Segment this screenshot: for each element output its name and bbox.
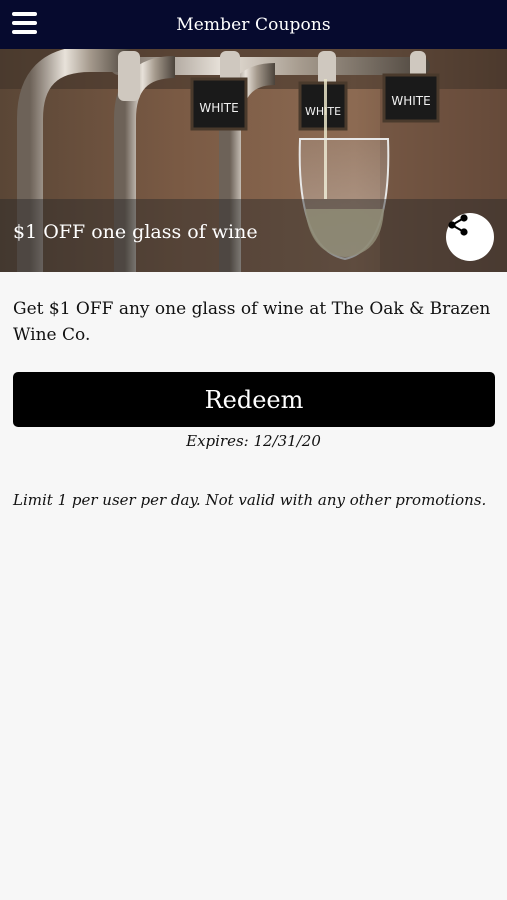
expiration-date: Expires: 12/31/20 [186, 432, 321, 450]
tap-label-2: WHITE [298, 81, 348, 131]
svg-text:WHITE: WHITE [199, 101, 238, 115]
redeem-button[interactable]: Redeem [13, 372, 495, 427]
tap-label-3: WHITE [382, 73, 440, 123]
app-header: Member Coupons [0, 0, 507, 49]
share-icon [448, 214, 468, 236]
coupon-hero-image: WHITE WHITE WHITE $1 OFF one glass of wi… [0, 49, 507, 272]
page-title: Member Coupons [176, 14, 331, 35]
hamburger-menu-icon[interactable] [12, 12, 37, 34]
svg-text:WHITE: WHITE [391, 94, 430, 108]
svg-text:WHITE: WHITE [305, 105, 341, 118]
tap-label-1: WHITE [190, 77, 248, 131]
share-button[interactable] [446, 213, 494, 261]
coupon-headline: $1 OFF one glass of wine [13, 221, 258, 243]
coupon-terms: Limit 1 per user per day. Not valid with… [13, 491, 487, 509]
coupon-description: Get $1 OFF any one glass of wine at The … [13, 299, 491, 345]
